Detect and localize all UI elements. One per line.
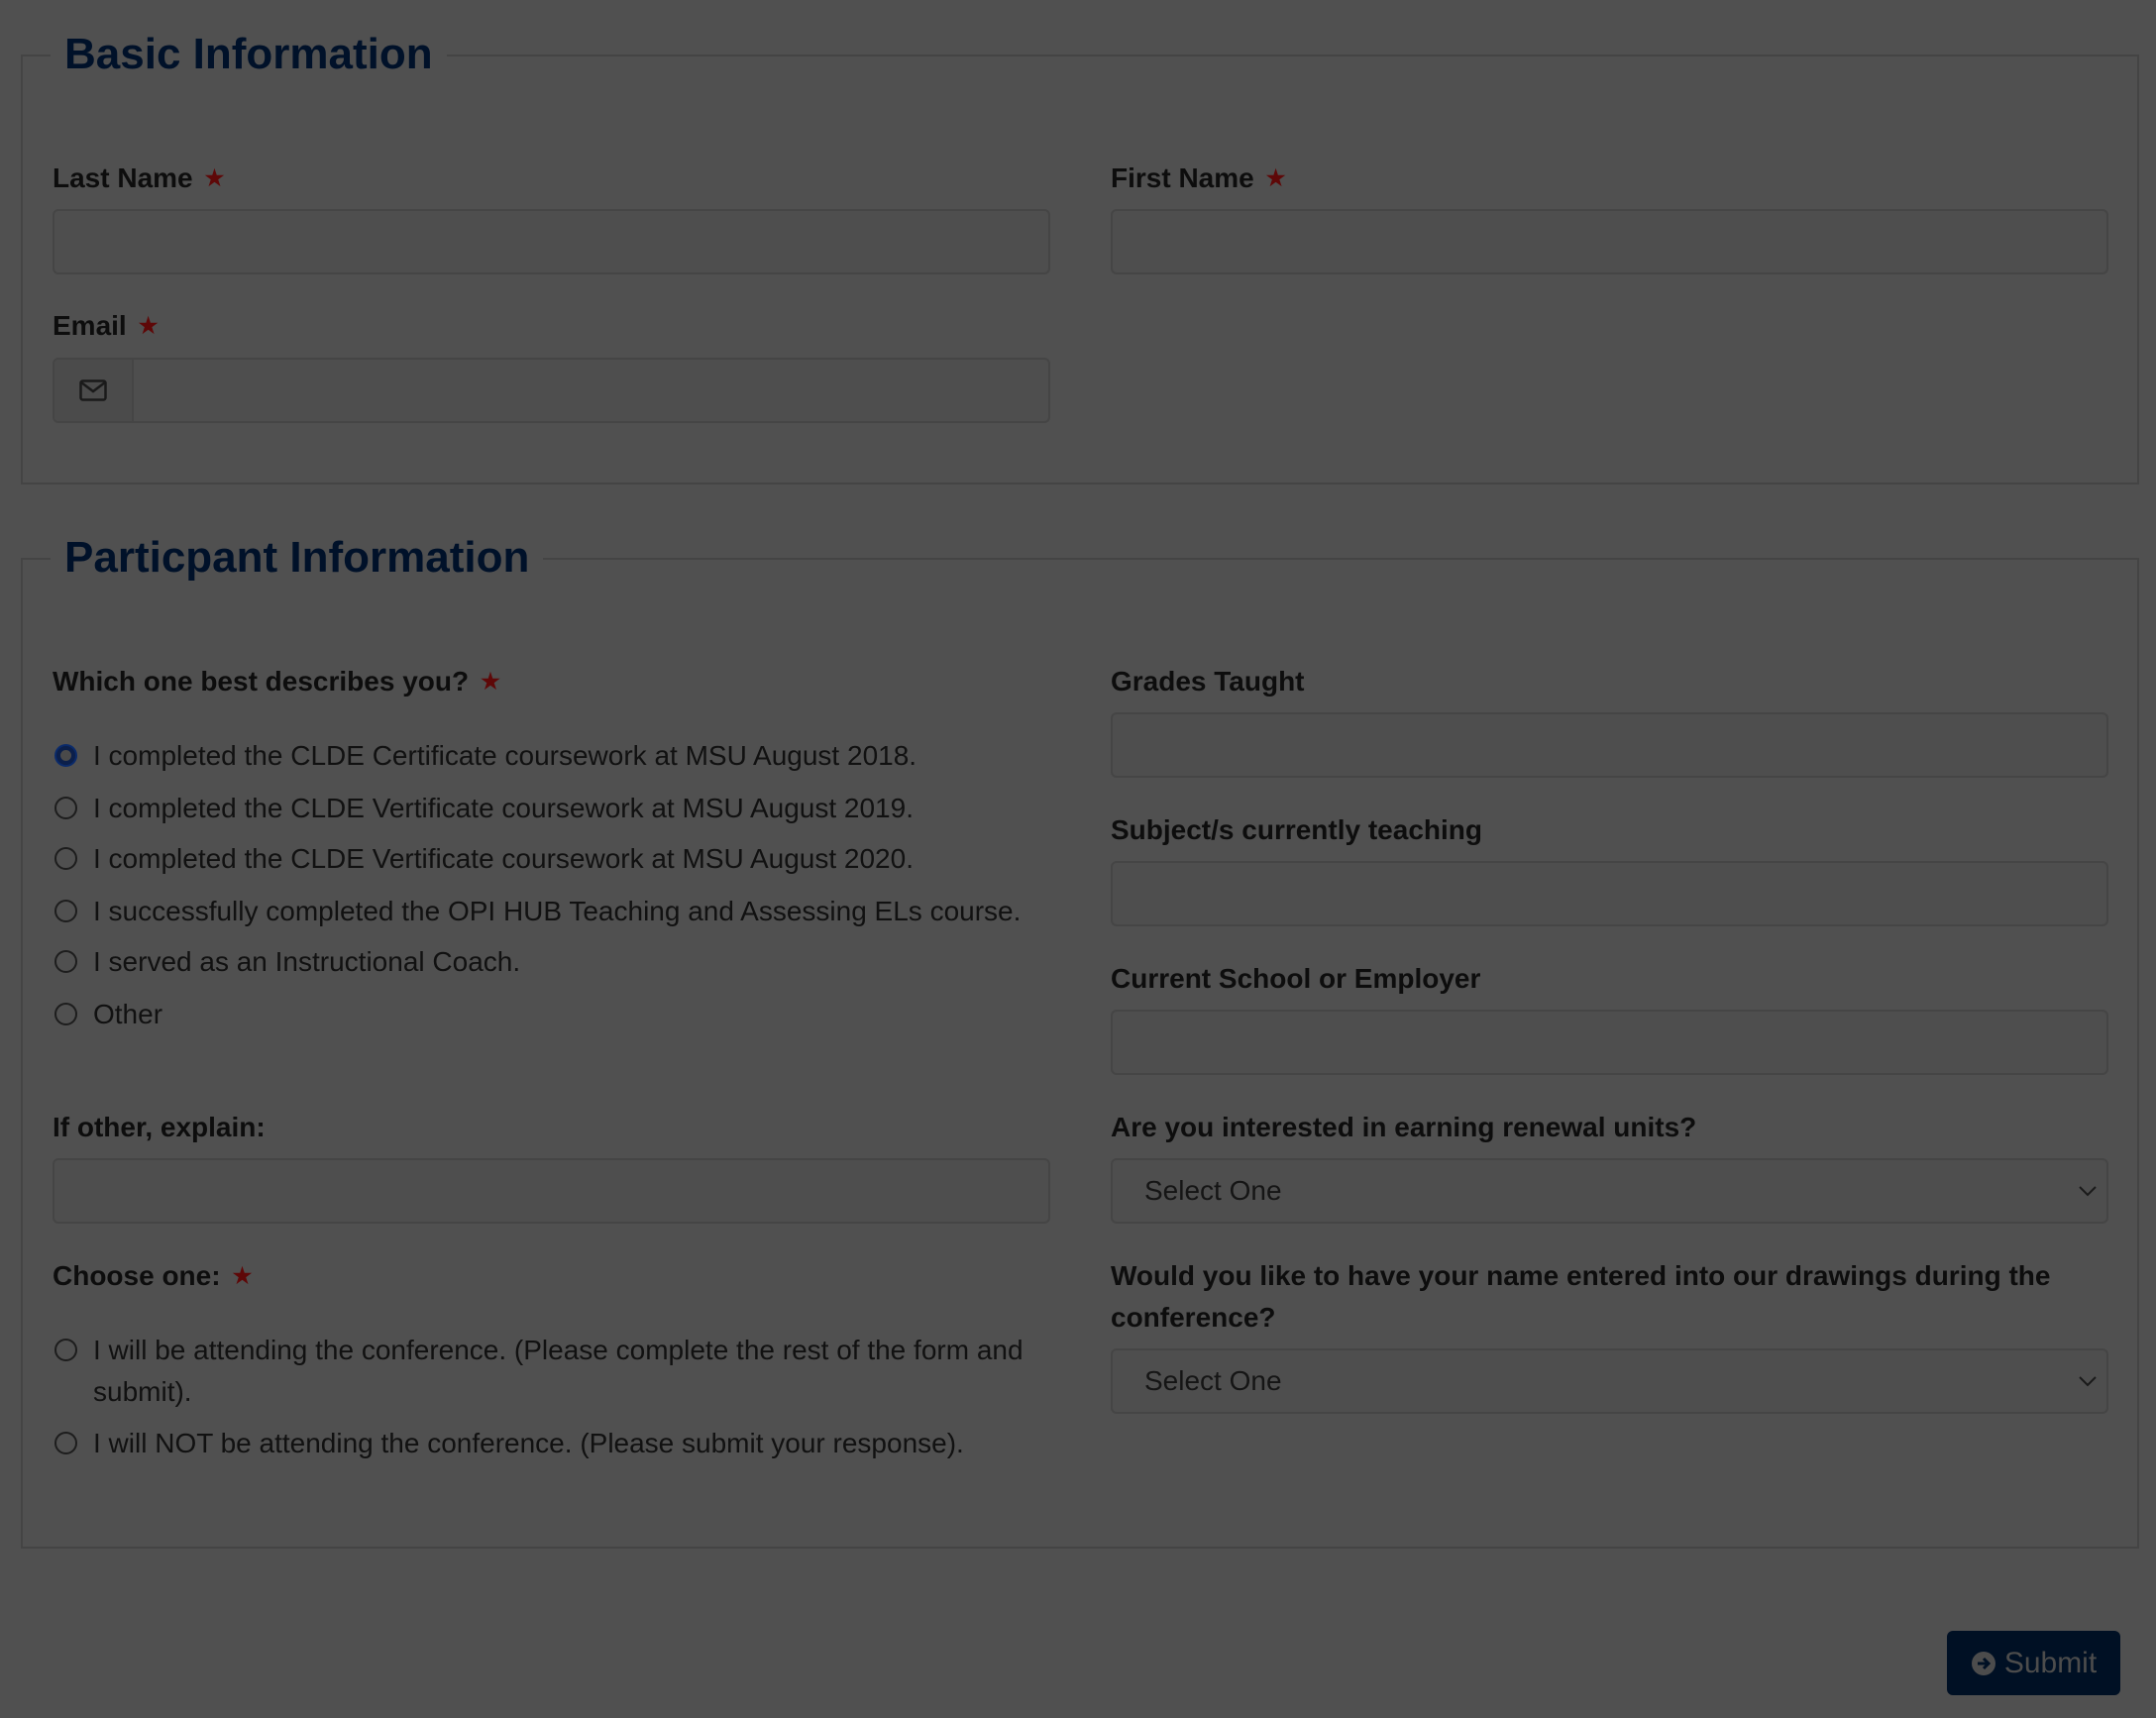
email-addon [54,360,134,421]
last-name-input[interactable] [53,209,1050,274]
required-star-icon: ★ [138,313,159,338]
first-name-label: First Name ★ [1111,162,1286,193]
required-star-icon: ★ [481,669,500,694]
describe-option[interactable]: I completed the CLDE Vertificate coursew… [54,788,914,829]
required-star-icon: ★ [232,1263,253,1288]
describe-label: Which one best describes you? ★ [53,666,500,697]
radio-button[interactable] [54,950,77,973]
radio-button[interactable] [54,900,77,922]
chevron-down-icon [2079,1376,2097,1387]
subjects-label: Subject/s currently teaching [1111,814,1482,845]
drawings-label: Would you like to have your name entered… [1111,1260,2051,1333]
submit-button[interactable]: Submit [1947,1631,2120,1695]
required-star-icon: ★ [1265,165,1286,190]
last-name-label: Last Name ★ [53,162,225,193]
participant-information-legend: Particpant Information [51,530,544,586]
other-explain-input[interactable] [53,1158,1050,1224]
not-attending-option[interactable]: I will NOT be attending the conference. … [54,1423,964,1464]
describe-option[interactable]: Other [54,994,162,1035]
radio-button[interactable] [54,797,77,819]
describe-option[interactable]: I completed the CLDE Vertificate coursew… [54,838,914,880]
radio-button[interactable] [54,1003,77,1025]
basic-information-legend: Basic Information [51,27,447,82]
renewal-units-label: Are you interested in earning renewal un… [1111,1112,1697,1142]
describe-option[interactable]: I completed the CLDE Certificate coursew… [54,735,916,777]
other-explain-label: If other, explain: [53,1112,266,1142]
email-label: Email ★ [53,310,159,341]
chevron-down-icon [2079,1186,2097,1197]
drawings-select[interactable]: Select One [1111,1348,2108,1414]
school-label: Current School or Employer [1111,963,1481,994]
radio-button[interactable] [54,744,77,767]
choose-one-label: Choose one: ★ [53,1260,253,1291]
radio-button[interactable] [54,1432,77,1454]
subjects-input[interactable] [1111,861,2108,926]
email-input[interactable] [53,358,1050,423]
first-name-input[interactable] [1111,209,2108,274]
describe-option[interactable]: I successfully completed the OPI HUB Tea… [54,891,1021,932]
school-input[interactable] [1111,1010,2108,1075]
envelope-icon [79,379,107,401]
renewal-units-select[interactable]: Select One [1111,1158,2108,1224]
attending-option[interactable]: I will be attending the conference. (Ple… [54,1330,1045,1413]
grades-taught-input[interactable] [1111,712,2108,778]
radio-button[interactable] [54,1339,77,1361]
radio-button[interactable] [54,847,77,870]
grades-taught-label: Grades Taught [1111,666,1305,697]
arrow-circle-right-icon [1971,1651,1995,1675]
describe-option[interactable]: I served as an Instructional Coach. [54,941,520,983]
required-star-icon: ★ [204,165,225,190]
